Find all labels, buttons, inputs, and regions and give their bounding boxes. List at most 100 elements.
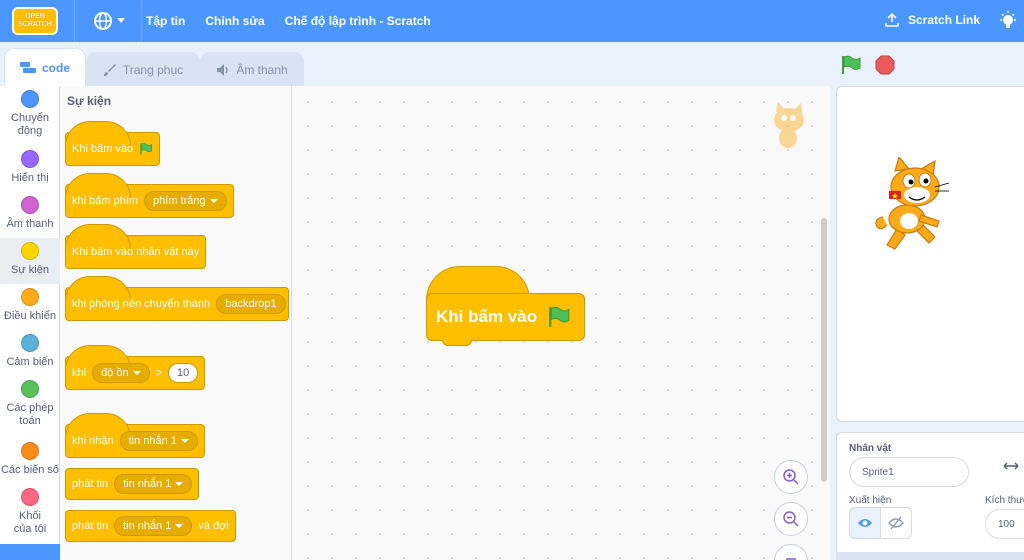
block-label: và đợi — [198, 520, 229, 532]
tab-costumes[interactable]: Trang phục — [86, 52, 200, 86]
category-dot — [21, 288, 39, 306]
message-dropdown[interactable]: tin nhắn 1 — [119, 431, 198, 451]
dropdown-value: tin nhắn 1 — [123, 478, 172, 490]
dropdown-value: backdrop1 — [225, 298, 277, 310]
category-label: Các biến số — [0, 464, 60, 476]
category-dot — [21, 150, 39, 168]
category-dot — [21, 90, 39, 108]
sprite-info-panel: Nhân vật Sprite1 Xuất hiện Kích thướ 100 — [836, 432, 1024, 560]
block-label: Khi bấm vào nhân vật này — [72, 246, 200, 258]
eye-off-icon — [888, 516, 904, 530]
hat-block-notch — [442, 340, 472, 346]
category-looks[interactable]: Hiển thị — [0, 150, 60, 196]
block-when-flag-clicked[interactable]: Khi bấm vào — [65, 121, 161, 166]
dropdown-value: độ ồn — [101, 367, 129, 379]
tab-sounds-label: Âm thanh — [236, 62, 288, 77]
logo[interactable]: OPEN SCRATCH — [12, 7, 58, 35]
menu-file[interactable]: Tập tin — [146, 14, 185, 28]
speaker-icon — [217, 63, 229, 76]
category-my-blocks[interactable]: Khối của tôi — [0, 488, 60, 535]
category-dot — [21, 442, 39, 460]
message-dropdown[interactable]: tin nhắn 1 — [114, 516, 193, 536]
cat-sprite[interactable] — [873, 155, 953, 256]
bulb-icon[interactable] — [998, 10, 1018, 35]
block-broadcast[interactable]: phát tin tin nhắn 1 — [65, 468, 200, 500]
threshold-input[interactable]: 10 — [168, 363, 199, 383]
zoom-reset-button[interactable] — [774, 544, 808, 560]
sprite-name-input[interactable]: Sprite1 — [849, 457, 969, 487]
editor-tabs: code Trang phục Âm thanh — [0, 48, 310, 86]
language-menu[interactable] — [93, 11, 125, 31]
equals-icon — [786, 558, 796, 560]
stage[interactable] — [836, 86, 1024, 422]
category-dot — [21, 196, 39, 214]
message-dropdown[interactable]: tin nhắn 1 — [114, 474, 193, 494]
tab-code[interactable]: code — [4, 48, 86, 86]
stop-icon[interactable] — [874, 54, 896, 76]
chevron-down-icon — [175, 524, 184, 528]
menu-edit[interactable]: Chỉnh sửa — [205, 14, 264, 28]
block-when-sprite-clicked[interactable]: Khi bấm vào nhân vật này — [65, 224, 207, 269]
block-when-backdrop-switches[interactable]: khi phông nền chuyển thành backdrop1 — [65, 276, 289, 321]
category-label: Khối của tôi — [13, 510, 47, 535]
block-when-key-pressed[interactable]: khi bấm phím phím trắng — [65, 173, 234, 218]
category-sound[interactable]: Âm thanh — [0, 196, 60, 242]
zoom-out-button[interactable] — [774, 502, 808, 536]
block-when-receive[interactable]: khi nhận tin nhắn 1 — [65, 413, 205, 458]
greater-than-label: > — [155, 367, 163, 379]
tab-sounds[interactable]: Âm thanh — [200, 52, 304, 86]
size-label: Kích thướ — [985, 495, 1024, 506]
eye-icon — [858, 519, 872, 527]
x-position-icon — [1003, 462, 1019, 470]
zoom-in-icon — [783, 469, 799, 485]
category-events[interactable]: Sự kiện — [0, 238, 60, 284]
chevron-down-icon — [132, 371, 141, 375]
code-workspace[interactable]: Khi bấm vào — [292, 86, 830, 560]
category-label: Điều khiển — [4, 310, 56, 322]
key-dropdown[interactable]: phím trắng — [144, 191, 227, 211]
category-control[interactable]: Điều khiển — [0, 288, 60, 334]
block-label: phát tin — [72, 478, 109, 490]
category-operators[interactable]: Các phép toán — [0, 380, 60, 427]
category-dot — [21, 488, 39, 506]
green-flag-icon[interactable] — [840, 54, 862, 76]
backdrop-dropdown[interactable]: backdrop1 — [216, 294, 286, 314]
category-sensing[interactable]: Cảm biến — [0, 334, 60, 380]
logo-line2: SCRATCH — [18, 21, 52, 28]
block-label: khi — [72, 367, 87, 379]
stage-controls — [840, 54, 896, 76]
tab-costumes-label: Trang phục — [122, 62, 184, 77]
zoom-in-button[interactable] — [774, 460, 808, 494]
show-sprite-button[interactable] — [849, 507, 881, 539]
tab-code-label: code — [41, 60, 70, 75]
menu-bar: OPEN SCRATCH Tập tin Chỉnh sửa Chế độ lậ… — [0, 0, 1024, 42]
dropdown-value: tin nhắn 1 — [123, 520, 172, 532]
category-label: Chuyển động — [11, 112, 49, 137]
loudness-dropdown[interactable]: độ ồn — [92, 363, 150, 383]
category-dot — [21, 242, 39, 260]
menu-divider — [141, 0, 142, 42]
category-variables[interactable]: Các biến số — [0, 442, 60, 488]
menu-mode[interactable]: Chế độ lập trình - Scratch — [285, 14, 431, 28]
dropdown-value: phím trắng — [153, 195, 206, 207]
upload-icon — [885, 12, 899, 27]
block-broadcast-and-wait[interactable]: phát tin tin nhắn 1 và đợi — [65, 510, 236, 542]
workspace-scrollbar[interactable] — [821, 218, 827, 482]
category-motion[interactable]: Chuyển động — [0, 90, 60, 137]
hide-sprite-button[interactable] — [880, 507, 912, 539]
brush-icon — [103, 63, 116, 76]
sprite-pane-strip — [836, 552, 1024, 560]
workspace-when-flag-clicked[interactable]: Khi bấm vào — [426, 293, 585, 341]
dropdown-value: tin nhắn 1 — [128, 435, 177, 447]
logo-line1: OPEN — [25, 13, 45, 20]
show-label: Xuất hiện — [849, 495, 892, 506]
category-label: Âm thanh — [6, 218, 54, 230]
extension-button[interactable] — [0, 544, 60, 560]
block-when-loudness[interactable]: khi độ ồn > 10 — [65, 345, 206, 390]
category-label: Sự kiện — [11, 264, 49, 276]
sprite-label: Nhân vật — [849, 443, 892, 454]
green-flag-icon — [140, 143, 153, 155]
size-input[interactable]: 100 — [985, 509, 1024, 539]
scratch-link-button[interactable]: Scratch Link — [884, 12, 980, 28]
category-label: Cảm biến — [6, 356, 54, 368]
